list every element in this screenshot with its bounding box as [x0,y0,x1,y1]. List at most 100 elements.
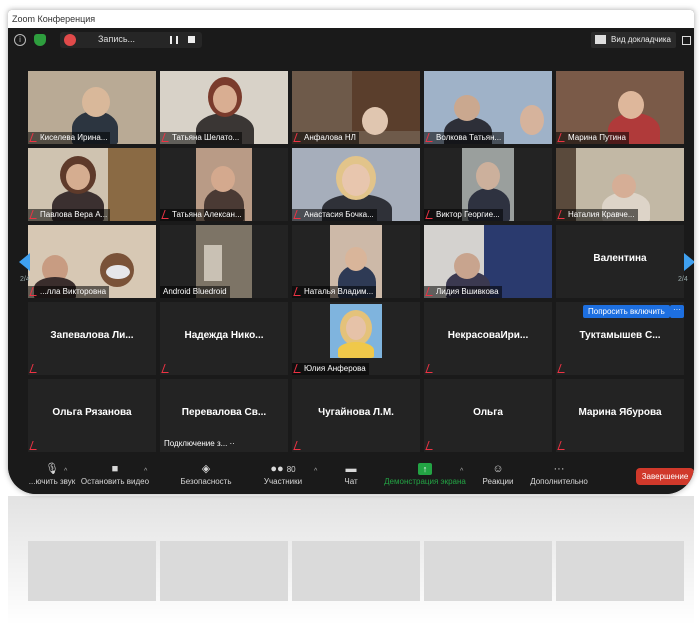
participant-tile[interactable]: Перевалова Св... Подключение з... ·· [160,379,288,452]
participant-tile[interactable]: Наталья Владим... [292,225,420,298]
participant-tile[interactable]: Android Bluedroid [160,225,288,298]
participant-tile[interactable]: Ольга [424,379,552,452]
muted-mic-icon [557,364,568,373]
participant-tile[interactable]: Наталия Кравче... [556,148,684,221]
reflection-tile [292,541,420,601]
participant-tile[interactable]: Виктор Георгие... [424,148,552,221]
participant-name: Наталья Владим... [292,286,377,298]
participant-name: Перевалова Св... [181,407,267,418]
reflection-tile [424,541,552,601]
photo-scene: Zoom Конференция i Запись... Вид докладч… [0,0,700,623]
speaker-view-icon [595,35,607,44]
participant-name: Надежда Нико... [184,330,264,341]
participant-name: Лидия Вшивкова [424,286,502,298]
participant-tile[interactable]: Марина Путина [556,71,684,144]
security-button[interactable]: ◈ Безопасность [176,460,236,494]
info-icon[interactable]: i [14,34,26,46]
page-indicator-right: 2/4 [678,276,688,283]
participant-name: Туктамышев С... [579,330,661,341]
fullscreen-icon[interactable] [682,36,691,45]
chevron-up-icon[interactable]: ^ [64,468,67,475]
participants-button[interactable]: ●● 80 Участники [258,460,308,494]
participant-name: Анастасия Бочка... [292,209,377,221]
stop-video-label: Остановить видео [80,477,150,486]
chat-button[interactable]: ▬ Чат [336,460,366,494]
encryption-shield-icon[interactable] [34,34,46,46]
unmute-button[interactable]: 🎙 ...ючить звук [22,460,82,494]
participant-name: Запевалова Ли... [50,330,134,341]
mic-muted-icon: 🎙 [45,463,59,475]
muted-mic-icon [29,441,40,450]
participant-tile[interactable]: Анфалова НЛ [292,71,420,144]
participant-tile[interactable]: Киселева Ирина... [28,71,156,144]
participant-name: Android Bluedroid [160,286,230,298]
reflection-tile [28,541,156,601]
window-reflection [8,496,694,623]
participant-tile[interactable]: Татьяна Алексан... [160,148,288,221]
pause-recording-button[interactable] [170,36,178,44]
participant-name: Волкова Татьян... [424,132,505,144]
participants-count: 80 [286,465,296,474]
muted-mic-icon [425,364,436,373]
stop-video-button[interactable]: ■ Остановить видео [80,460,150,494]
chevron-up-icon[interactable]: ^ [144,468,147,475]
participant-tile[interactable]: Татьяна Шелато... [160,71,288,144]
muted-mic-icon [29,364,40,373]
chevron-up-icon[interactable]: ^ [314,468,317,475]
participant-tile[interactable]: НекрасоваИри... [424,302,552,375]
more-label: Дополнительно [530,477,588,486]
participant-name: Павлова Вера А... [28,209,111,221]
zoom-window: Zoom Конференция i Запись... Вид докладч… [8,10,694,494]
participant-tile[interactable]: Марина Ябурова [556,379,684,452]
window-title: Zoom Конференция [8,10,694,28]
chat-label: Чат [344,477,358,486]
smiley-icon: ☺ [492,463,504,475]
participant-tile[interactable]: Анастасия Бочка... [292,148,420,221]
unmute-label: ...ючить звук [28,477,76,486]
participant-name: ...лла Викторовна [28,286,110,298]
participant-name: НекрасоваИри... [447,330,529,341]
participant-name: Татьяна Алексан... [160,209,245,221]
security-label: Безопасность [180,477,232,486]
speaker-view-button[interactable]: Вид докладчика [591,32,676,48]
participant-tile[interactable]: Волкова Татьян... [424,71,552,144]
reactions-label: Реакции [482,477,514,486]
participant-tile[interactable]: Чугайнова Л.М. [292,379,420,452]
video-camera-icon: ■ [111,463,119,475]
participant-tile[interactable]: Павлова Вера А... [28,148,156,221]
chevron-up-icon[interactable]: ^ [460,468,463,475]
participant-tile[interactable]: ...лла Викторовна [28,225,156,298]
share-screen-icon: ↑ [418,463,432,475]
end-meeting-button[interactable]: Завершение [636,468,694,485]
participant-name: Валентина [593,253,647,264]
participant-name: Киселева Ирина... [28,132,111,144]
record-icon [64,34,76,46]
muted-mic-icon [557,441,568,450]
reflection-tile [160,541,288,601]
participant-name: Татьяна Шелато... [160,132,243,144]
meeting-top-bar: i Запись... Вид докладчика [8,28,694,54]
participant-name: Ольга Рязанова [52,407,132,418]
next-page-arrow-icon[interactable] [684,253,694,271]
previous-page-arrow-icon[interactable] [19,253,30,271]
participant-tile[interactable]: Валентина [556,225,684,298]
participants-label: Участники [263,477,303,486]
participant-tile[interactable]: Запевалова Ли... [28,302,156,375]
reactions-button[interactable]: ☺ Реакции [478,460,518,494]
muted-mic-icon [425,441,436,450]
more-button[interactable]: ··· Дополнительно [528,460,590,494]
participant-tile[interactable]: Лидия Вшивкова [424,225,552,298]
participant-tile[interactable]: Юлия Анферова [292,302,420,375]
reflection-tile [556,541,684,601]
participant-tile[interactable]: Ольга Рязанова [28,379,156,452]
speaker-view-label: Вид докладчика [611,35,671,44]
chat-bubble-icon: ▬ [345,463,357,475]
share-screen-button[interactable]: ↑ Демонстрация экрана [380,460,470,494]
participant-name: Чугайнова Л.М. [318,407,394,418]
more-options-button[interactable]: ··· [670,305,684,318]
participant-name: Виктор Георгие... [424,209,503,221]
meeting-toolbar: 🎙 ...ючить звук ^ ■ Остановить видео ^ ◈… [8,460,694,494]
ask-to-unmute-button[interactable]: Попросить включить [583,305,670,318]
participant-tile[interactable]: Надежда Нико... [160,302,288,375]
stop-recording-button[interactable] [188,36,195,43]
